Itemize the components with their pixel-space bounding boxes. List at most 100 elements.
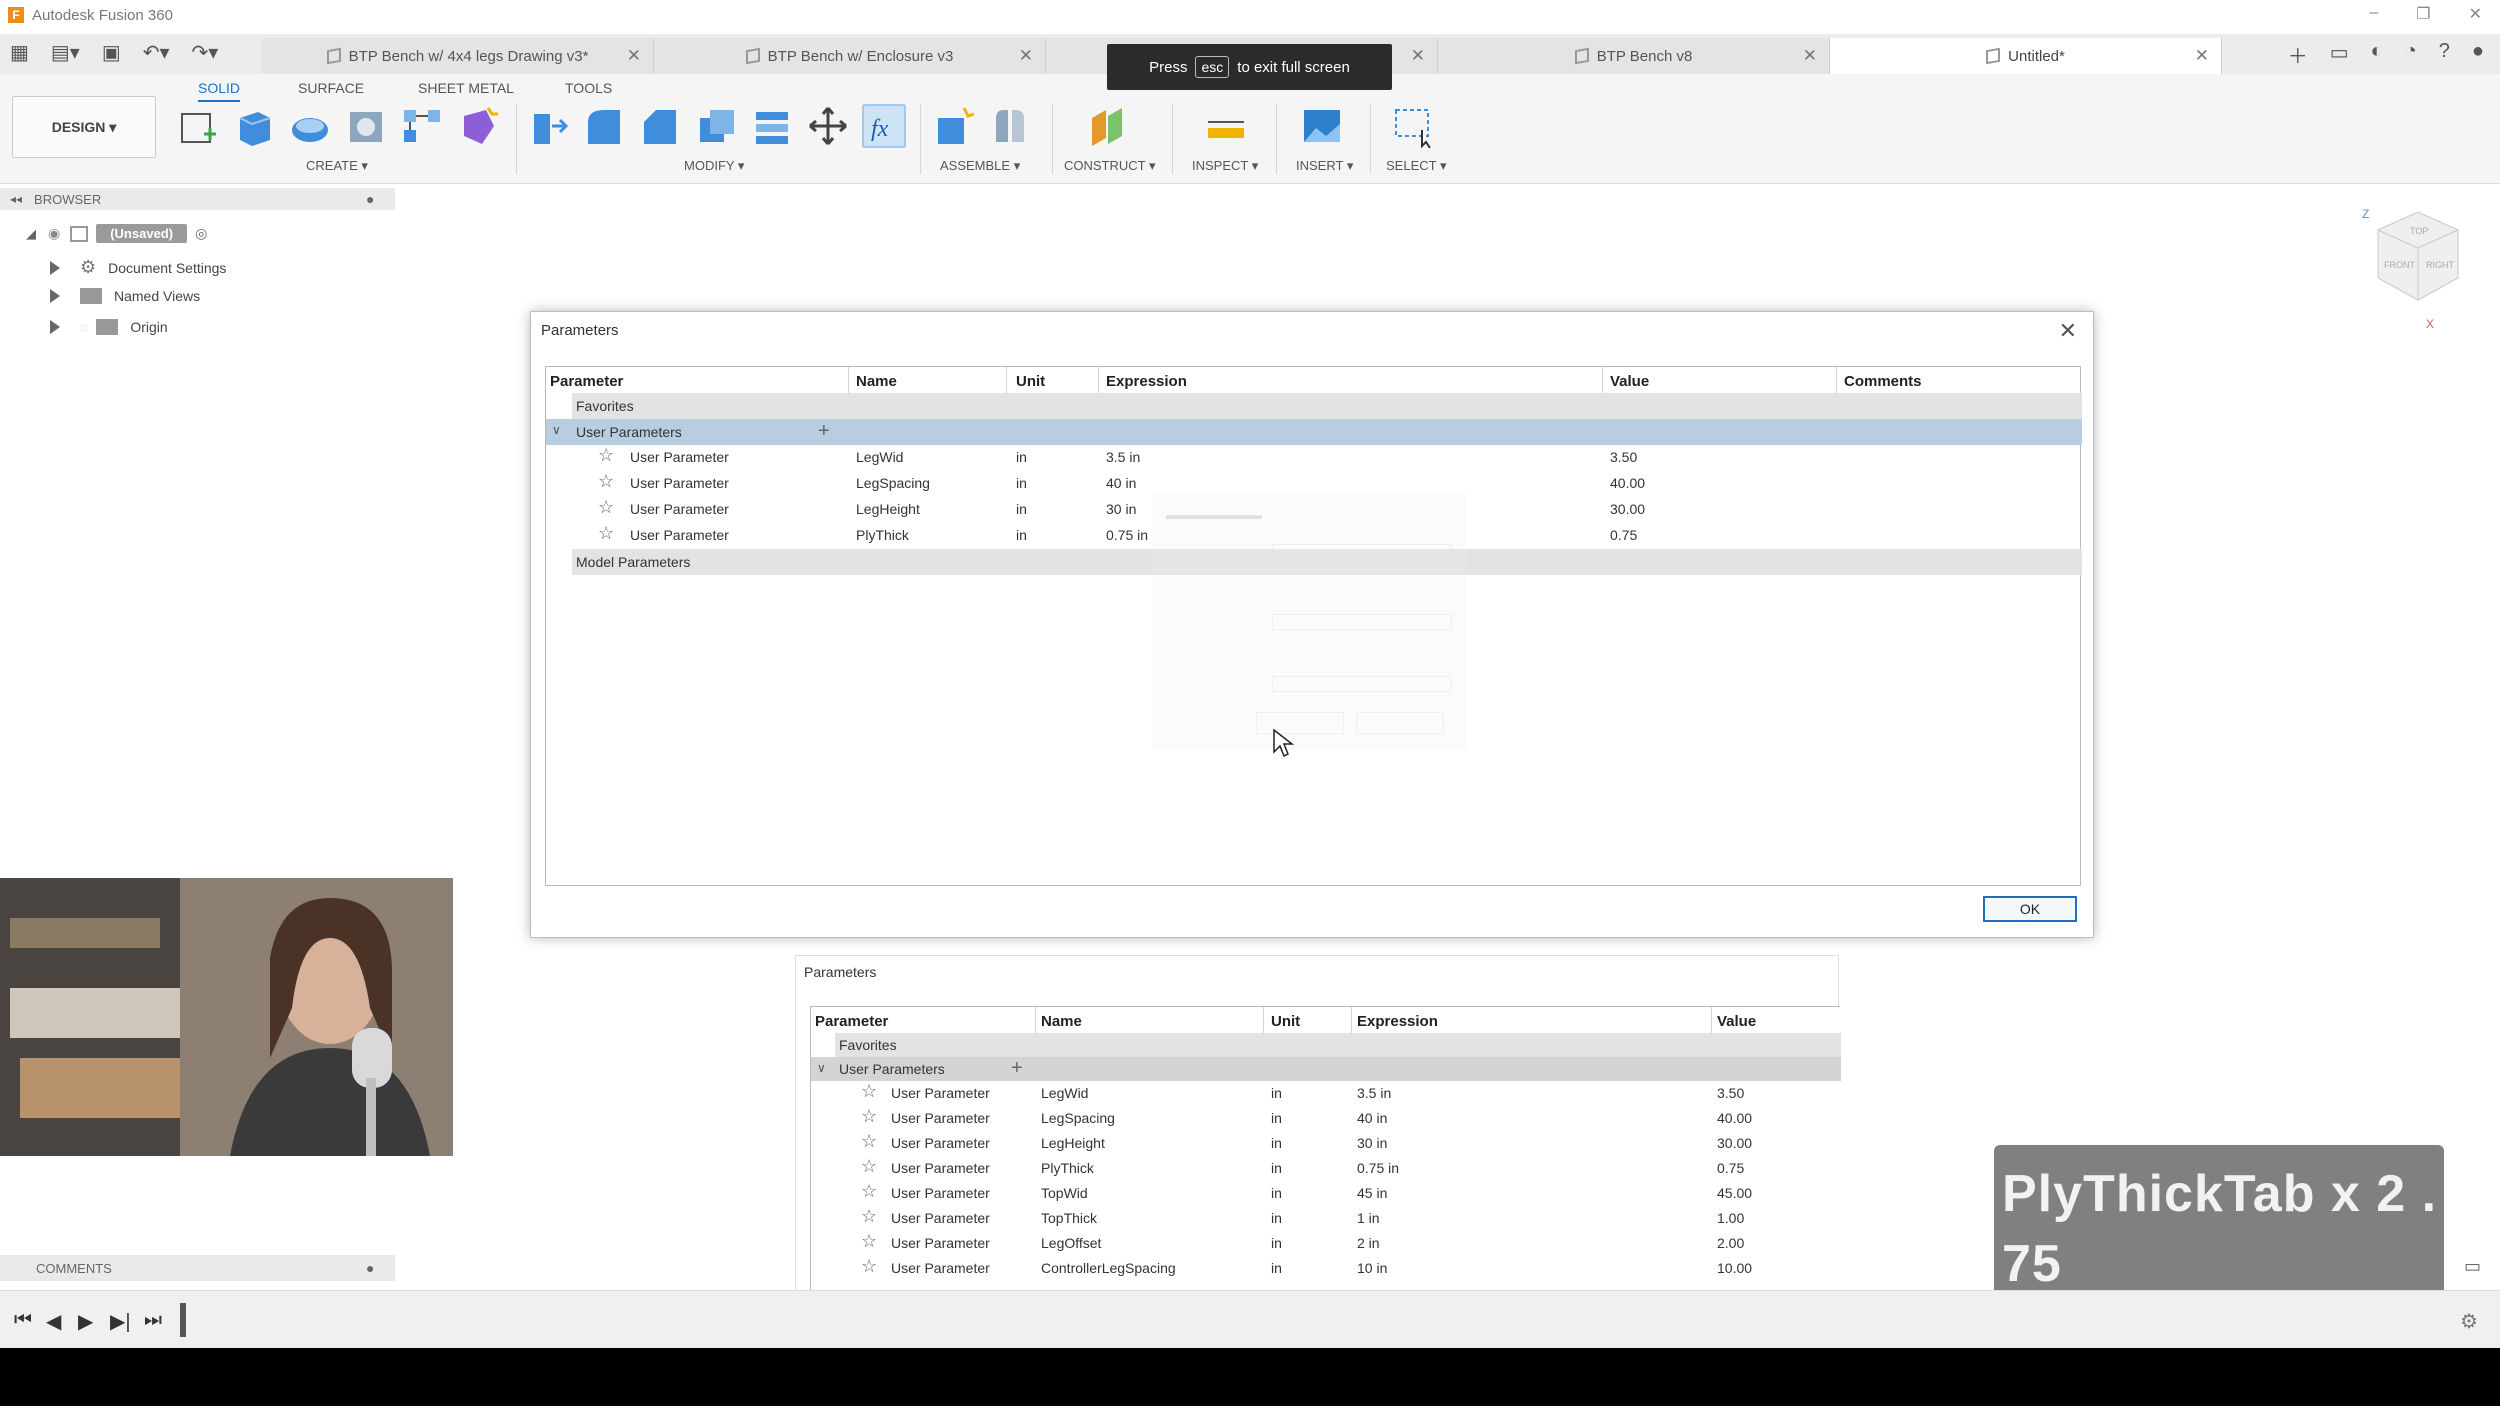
hidden-eye-icon[interactable]: ◌ <box>80 319 88 335</box>
extrude-icon[interactable] <box>232 104 276 148</box>
create-sketch-icon[interactable] <box>176 104 220 148</box>
assemble-menu[interactable]: ASSEMBLE ▾ <box>940 158 1020 174</box>
favorites-section[interactable]: Favorites <box>572 393 2082 419</box>
visibility-eye-icon[interactable]: ◉ <box>48 225 60 242</box>
press-pull-icon[interactable] <box>526 104 570 148</box>
favorite-star-icon[interactable]: ☆ <box>598 523 614 544</box>
favorite-star-icon[interactable]: ☆ <box>861 1231 877 1252</box>
shell-icon[interactable] <box>694 104 738 148</box>
favorites-section[interactable]: Favorites <box>835 1033 1841 1057</box>
col-unit[interactable]: Unit <box>1016 373 1045 390</box>
cell-expression[interactable]: 10 in <box>1357 1260 1387 1276</box>
pin-icon[interactable]: ● <box>366 191 374 207</box>
tab-sheet-metal[interactable]: SHEET METAL <box>418 78 514 102</box>
user-avatar-icon[interactable]: ● <box>2472 40 2484 69</box>
change-parameters-icon[interactable]: fx <box>862 104 906 148</box>
grid-menu-icon[interactable]: ▦ <box>10 40 29 65</box>
favorite-star-icon[interactable]: ☆ <box>598 445 614 466</box>
rectangular-pattern-icon[interactable] <box>400 104 444 148</box>
cell-expression[interactable]: 3.5 in <box>1106 449 1140 465</box>
close-tab-icon[interactable]: ✕ <box>627 46 641 66</box>
close-tab-icon[interactable]: ✕ <box>1019 46 1033 66</box>
browser-item-origin[interactable]: ◌ Origin <box>50 319 168 335</box>
help-icon[interactable]: ? <box>2439 40 2450 69</box>
redo-icon[interactable]: ↷▾ <box>192 40 219 65</box>
cell-expression[interactable]: 2 in <box>1357 1235 1380 1251</box>
user-parameters-section[interactable]: ∨ User Parameters + <box>546 419 2082 445</box>
col-expression[interactable]: Expression <box>1106 373 1187 390</box>
col-unit[interactable]: Unit <box>1271 1013 1300 1030</box>
cell-expression[interactable]: 30 in <box>1357 1135 1387 1151</box>
text-commands-icon[interactable]: ▭ <box>2464 1256 2481 1277</box>
favorite-star-icon[interactable]: ☆ <box>861 1106 877 1127</box>
minimize-icon[interactable]: – <box>2369 4 2378 24</box>
favorite-star-icon[interactable]: ☆ <box>861 1156 877 1177</box>
favorite-star-icon[interactable]: ☆ <box>861 1256 877 1277</box>
table-row[interactable]: ☆ User Parameter LegSpacing in 40 in 40.… <box>811 1106 1841 1131</box>
cell-expression[interactable]: 3.5 in <box>1357 1085 1391 1101</box>
timeline-marker[interactable] <box>180 1303 186 1337</box>
timeline-settings-gear-icon[interactable]: ⚙ <box>2460 1309 2478 1334</box>
tab-tools[interactable]: TOOLS <box>565 78 612 102</box>
table-row[interactable]: ☆ User Parameter TopThick in 1 in 1.00 <box>811 1206 1841 1231</box>
expand-caret-icon[interactable] <box>50 320 60 334</box>
favorite-star-icon[interactable]: ☆ <box>861 1131 877 1152</box>
step-back-icon[interactable]: ◀ <box>46 1309 61 1334</box>
select-menu[interactable]: SELECT ▾ <box>1386 158 1446 174</box>
close-tab-icon[interactable]: ✕ <box>1411 46 1425 66</box>
offset-plane-icon[interactable] <box>1086 104 1130 148</box>
job-status-icon[interactable]: ▭ <box>2330 40 2349 69</box>
hole-icon[interactable] <box>344 104 388 148</box>
tab-document-4[interactable]: BTP Bench v8 ✕ <box>1438 38 1830 74</box>
favorite-star-icon[interactable]: ☆ <box>861 1181 877 1202</box>
browser-root-item[interactable]: ◢ ◉ (Unsaved) ◎ <box>26 224 207 243</box>
construct-menu[interactable]: CONSTRUCT ▾ <box>1064 158 1156 174</box>
cell-expression[interactable]: 40 in <box>1106 475 1136 491</box>
undo-icon[interactable]: ↶▾ <box>143 40 170 65</box>
restore-icon[interactable]: ❐ <box>2416 4 2430 24</box>
add-parameter-icon[interactable]: + <box>818 420 830 443</box>
fillet-icon[interactable] <box>582 104 626 148</box>
col-comments[interactable]: Comments <box>1844 373 1922 390</box>
table-row[interactable]: ☆ User Parameter ControllerLegSpacing in… <box>811 1256 1841 1281</box>
close-window-icon[interactable]: ✕ <box>2469 4 2482 24</box>
new-tab-icon[interactable]: ＋ <box>2288 40 2308 69</box>
ok-button[interactable]: OK <box>1983 896 2077 922</box>
table-row[interactable]: ☆ User Parameter LegWid in 3.5 in 3.50 <box>546 445 2082 471</box>
user-parameters-section[interactable]: ∨ User Parameters + <box>811 1057 1841 1081</box>
table-row[interactable]: ☆ User Parameter LegHeight in 30 in 30.0… <box>811 1131 1841 1156</box>
cell-expression[interactable]: 45 in <box>1357 1185 1387 1201</box>
collapse-browser-icon[interactable]: ◂◂ <box>10 192 22 206</box>
cell-expression[interactable]: 1 in <box>1357 1210 1380 1226</box>
cell-expression[interactable]: 0.75 in <box>1357 1160 1399 1176</box>
close-tab-icon[interactable]: ✕ <box>2195 46 2209 66</box>
col-parameter[interactable]: Parameter <box>550 373 623 390</box>
extensions-icon[interactable]: ◐ <box>2371 40 2383 69</box>
modify-menu[interactable]: MODIFY ▾ <box>684 158 744 174</box>
table-row[interactable]: ☆ User Parameter TopWid in 45 in 45.00 <box>811 1181 1841 1206</box>
col-expression[interactable]: Expression <box>1357 1013 1438 1030</box>
table-row[interactable]: ☆ User Parameter LegWid in 3.5 in 3.50 <box>811 1081 1841 1106</box>
expand-caret-icon[interactable] <box>50 260 60 275</box>
create-form-icon[interactable] <box>456 104 500 148</box>
notifications-icon[interactable]: ◔ <box>2405 40 2417 69</box>
browser-item-document-settings[interactable]: ⚙ Document Settings <box>50 257 226 278</box>
favorite-star-icon[interactable]: ☆ <box>861 1081 877 1102</box>
measure-icon[interactable] <box>1204 104 1248 148</box>
insert-menu[interactable]: INSERT ▾ <box>1296 158 1353 174</box>
inspect-menu[interactable]: INSPECT ▾ <box>1192 158 1258 174</box>
cell-expression[interactable]: 30 in <box>1106 501 1136 517</box>
go-to-end-icon[interactable]: ⏭ <box>144 1309 162 1332</box>
create-menu[interactable]: CREATE ▾ <box>306 158 368 174</box>
col-value[interactable]: Value <box>1717 1013 1756 1030</box>
favorite-star-icon[interactable]: ☆ <box>598 497 614 518</box>
insert-canvas-icon[interactable] <box>1300 104 1344 148</box>
select-window-icon[interactable] <box>1392 104 1436 148</box>
pin-icon[interactable]: ● <box>366 1260 374 1276</box>
activate-radio-icon[interactable]: ◎ <box>195 225 207 242</box>
col-parameter[interactable]: Parameter <box>815 1013 888 1030</box>
expand-caret-icon[interactable] <box>50 289 60 303</box>
col-name[interactable]: Name <box>856 373 897 390</box>
collapse-chevron-icon[interactable]: ∨ <box>817 1061 826 1075</box>
collapse-caret-icon[interactable]: ◢ <box>26 226 36 242</box>
